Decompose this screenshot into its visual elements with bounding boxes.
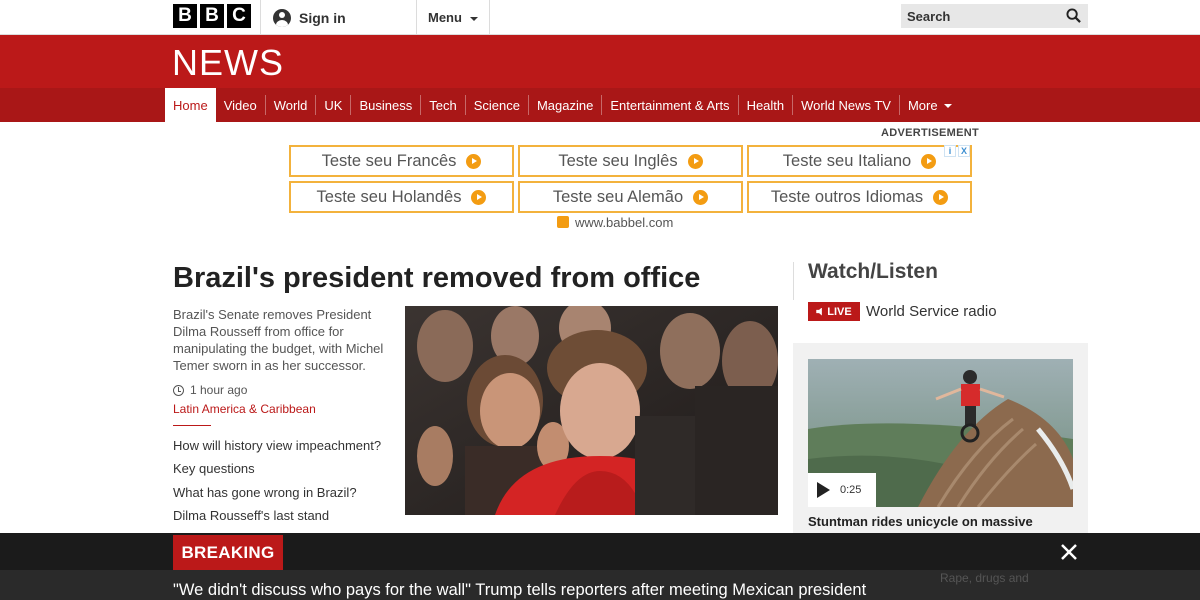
clock-icon	[173, 384, 184, 396]
ad-banner: Teste seu Francês Teste seu Inglês Teste…	[289, 145, 972, 215]
nav-item-video[interactable]: Video	[216, 95, 265, 115]
news-banner: NEWS Home Video World UK Business Tech S…	[0, 35, 1200, 122]
primary-nav: Home Video World UK Business Tech Scienc…	[165, 88, 960, 122]
play-icon	[817, 482, 830, 498]
story-meta: 1 hour ago	[173, 383, 247, 397]
ad-button-outros[interactable]: Teste outros Idiomas	[747, 181, 972, 213]
nav-item-entertainment[interactable]: Entertainment & Arts	[601, 95, 737, 115]
divider	[173, 425, 211, 426]
breaking-news-headline[interactable]: "We didn't discuss who pays for the wall…	[173, 581, 866, 600]
bbc-logo-letter: C	[227, 4, 251, 28]
related-link[interactable]: How will history view impeachment?	[173, 434, 381, 457]
info-icon[interactable]: i	[944, 145, 956, 157]
nav-more-label: More	[907, 97, 938, 113]
nav-item-tech[interactable]: Tech	[420, 95, 464, 115]
ad-button-italiano[interactable]: Teste seu Italiano	[747, 145, 972, 177]
related-link[interactable]: Key questions	[173, 457, 381, 480]
story-summary: Brazil's Senate removes President Dilma …	[173, 307, 384, 373]
related-links: How will history view impeachment? Key q…	[173, 434, 381, 527]
search-box	[901, 4, 1088, 28]
background-story-snippet: Rape, drugs and	[940, 571, 1029, 585]
ad-button-frances[interactable]: Teste seu Francês	[289, 145, 514, 177]
play-circle-icon	[921, 153, 937, 169]
ad-button-label: Teste seu Alemão	[552, 187, 684, 206]
story-section-link[interactable]: Latin America & Caribbean	[173, 402, 316, 416]
story-time: 1 hour ago	[190, 383, 248, 397]
sponsor-link[interactable]: www.babbel.com	[557, 214, 673, 230]
signin-button[interactable]: Sign in	[273, 0, 346, 35]
chevron-down-icon	[469, 16, 478, 21]
play-circle-icon	[466, 153, 482, 169]
play-circle-icon	[693, 189, 709, 205]
play-circle-icon	[471, 189, 487, 205]
ad-button-alemao[interactable]: Teste seu Alemão	[518, 181, 743, 213]
play-circle-icon	[933, 189, 949, 205]
nav-item-magazine[interactable]: Magazine	[527, 95, 601, 115]
menu-label: Menu	[428, 10, 462, 25]
bbc-logo[interactable]: B B C	[173, 4, 251, 28]
search-icon[interactable]	[1066, 8, 1081, 23]
related-link[interactable]: Dilma Rousseff's last stand	[173, 504, 381, 527]
news-wordmark[interactable]: NEWS	[172, 42, 284, 84]
babbel-icon	[557, 216, 569, 228]
nav-item-world[interactable]: World	[264, 95, 316, 115]
ad-button-ingles[interactable]: Teste seu Inglês	[518, 145, 743, 177]
nav-item-business[interactable]: Business	[350, 95, 420, 115]
story-headline[interactable]: Brazil's president removed from office	[173, 262, 700, 295]
bbc-logo-letter: B	[200, 4, 224, 28]
divider	[260, 0, 261, 35]
menu-button[interactable]: Menu	[428, 0, 478, 35]
user-icon	[273, 8, 291, 27]
top-bar: B B C Sign in Menu	[0, 0, 1200, 35]
ad-button-label: Teste seu Holandês	[316, 187, 462, 206]
adchoices[interactable]: i X	[944, 145, 970, 157]
chevron-down-icon	[943, 103, 952, 108]
nav-item-world-news-tv[interactable]: World News TV	[792, 95, 899, 115]
play-circle-icon	[687, 153, 703, 169]
ad-button-label: Teste seu Italiano	[782, 151, 912, 170]
video-duration: 0:25	[840, 484, 862, 496]
divider	[793, 262, 794, 300]
ad-button-label: Teste outros Idiomas	[770, 187, 924, 206]
world-service-radio-link[interactable]: World Service radio	[866, 302, 997, 321]
nav-item-health[interactable]: Health	[737, 95, 793, 115]
nav-item-more[interactable]: More	[898, 95, 960, 115]
signin-label: Sign in	[299, 9, 346, 26]
nav-item-science[interactable]: Science	[464, 95, 528, 115]
live-badge[interactable]: LIVE	[808, 302, 860, 321]
advertisement-label: ADVERTISEMENT	[881, 127, 980, 139]
bbc-logo-letter: B	[173, 4, 197, 28]
ad-button-label: Teste seu Francês	[321, 151, 457, 170]
video-title[interactable]: Stuntman rides unicycle on massive	[808, 514, 1033, 529]
story-photo	[405, 306, 778, 515]
divider	[416, 0, 417, 35]
divider	[489, 0, 490, 35]
search-input[interactable]	[907, 8, 1057, 24]
nav-item-uk[interactable]: UK	[315, 95, 350, 115]
nav-item-home[interactable]: Home	[165, 88, 216, 122]
sponsor-url: www.babbel.com	[575, 214, 674, 230]
watch-listen-title[interactable]: Watch/Listen	[808, 260, 938, 284]
close-icon[interactable]	[1060, 543, 1078, 561]
video-play-button[interactable]: 0:25	[808, 473, 876, 507]
live-label: LIVE	[827, 305, 852, 318]
ad-button-holandes[interactable]: Teste seu Holandês	[289, 181, 514, 213]
ad-button-label: Teste seu Inglês	[558, 151, 678, 170]
story-image[interactable]	[405, 306, 778, 515]
close-ad-icon[interactable]: X	[958, 145, 970, 157]
breaking-label: BREAKING	[173, 535, 283, 570]
related-link[interactable]: What has gone wrong in Brazil?	[173, 481, 381, 504]
speaker-icon	[816, 307, 822, 316]
